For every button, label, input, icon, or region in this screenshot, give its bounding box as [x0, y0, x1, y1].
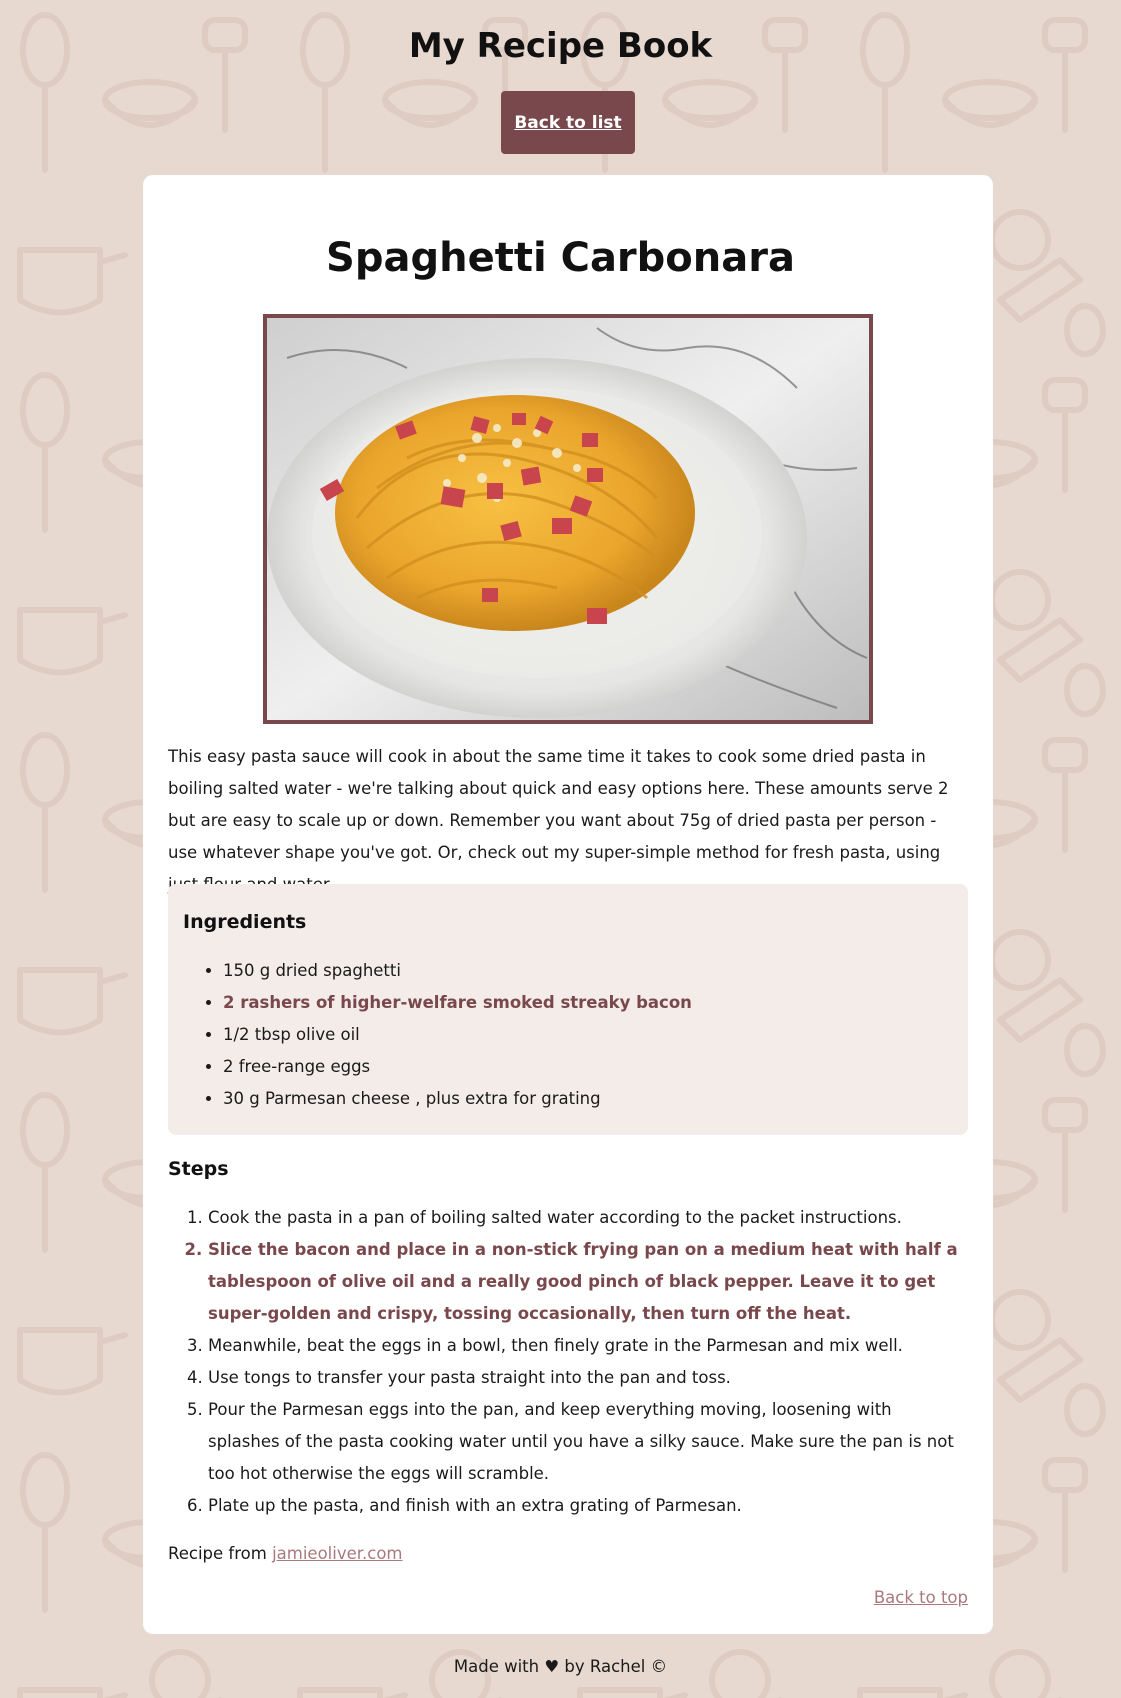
step-item: Pour the Parmesan eggs into the pan, and…: [208, 1394, 968, 1490]
recipe-image: [263, 314, 873, 724]
step-item: Meanwhile, beat the eggs in a bowl, then…: [208, 1330, 968, 1362]
step-item: Plate up the pasta, and finish with an e…: [208, 1490, 968, 1522]
steps-heading: Steps: [168, 1158, 229, 1180]
back-to-top-link[interactable]: Back to top: [874, 1582, 968, 1614]
ingredient-item: 30 g Parmesan cheese , plus extra for gr…: [223, 1083, 983, 1115]
steps-list: Cook the pasta in a pan of boiling salte…: [168, 1202, 968, 1522]
step-item: Cook the pasta in a pan of boiling salte…: [208, 1202, 968, 1234]
ingredients-heading: Ingredients: [183, 911, 307, 933]
site-title: My Recipe Book: [408, 26, 713, 66]
recipe-description: This easy pasta sauce will cook in about…: [168, 747, 949, 894]
ingredient-item: 150 g dried spaghetti: [223, 955, 983, 987]
ingredient-item-highlighted[interactable]: 2 rashers of higher-welfare smoked strea…: [223, 987, 983, 1019]
recipe-source: Recipe from jamieoliver.com: [168, 1538, 403, 1570]
step-item: Use tongs to transfer your pasta straigh…: [208, 1362, 968, 1394]
footer-text: Made with ♥ by Rachel ©: [453, 1657, 668, 1676]
back-to-list-button[interactable]: Back to list: [501, 91, 635, 154]
ingredients-list: 150 g dried spaghetti 2 rashers of highe…: [183, 955, 983, 1115]
step-item-highlighted[interactable]: Slice the bacon and place in a non-stick…: [208, 1234, 968, 1330]
recipe-source-link[interactable]: jamieoliver.com: [272, 1544, 402, 1563]
ingredient-item: 1/2 tbsp olive oil: [223, 1019, 983, 1051]
recipe-source-prefix: Recipe from: [168, 1544, 267, 1563]
ingredient-item: 2 free-range eggs: [223, 1051, 983, 1083]
recipe-title: Spaghetti Carbonara: [326, 235, 795, 281]
